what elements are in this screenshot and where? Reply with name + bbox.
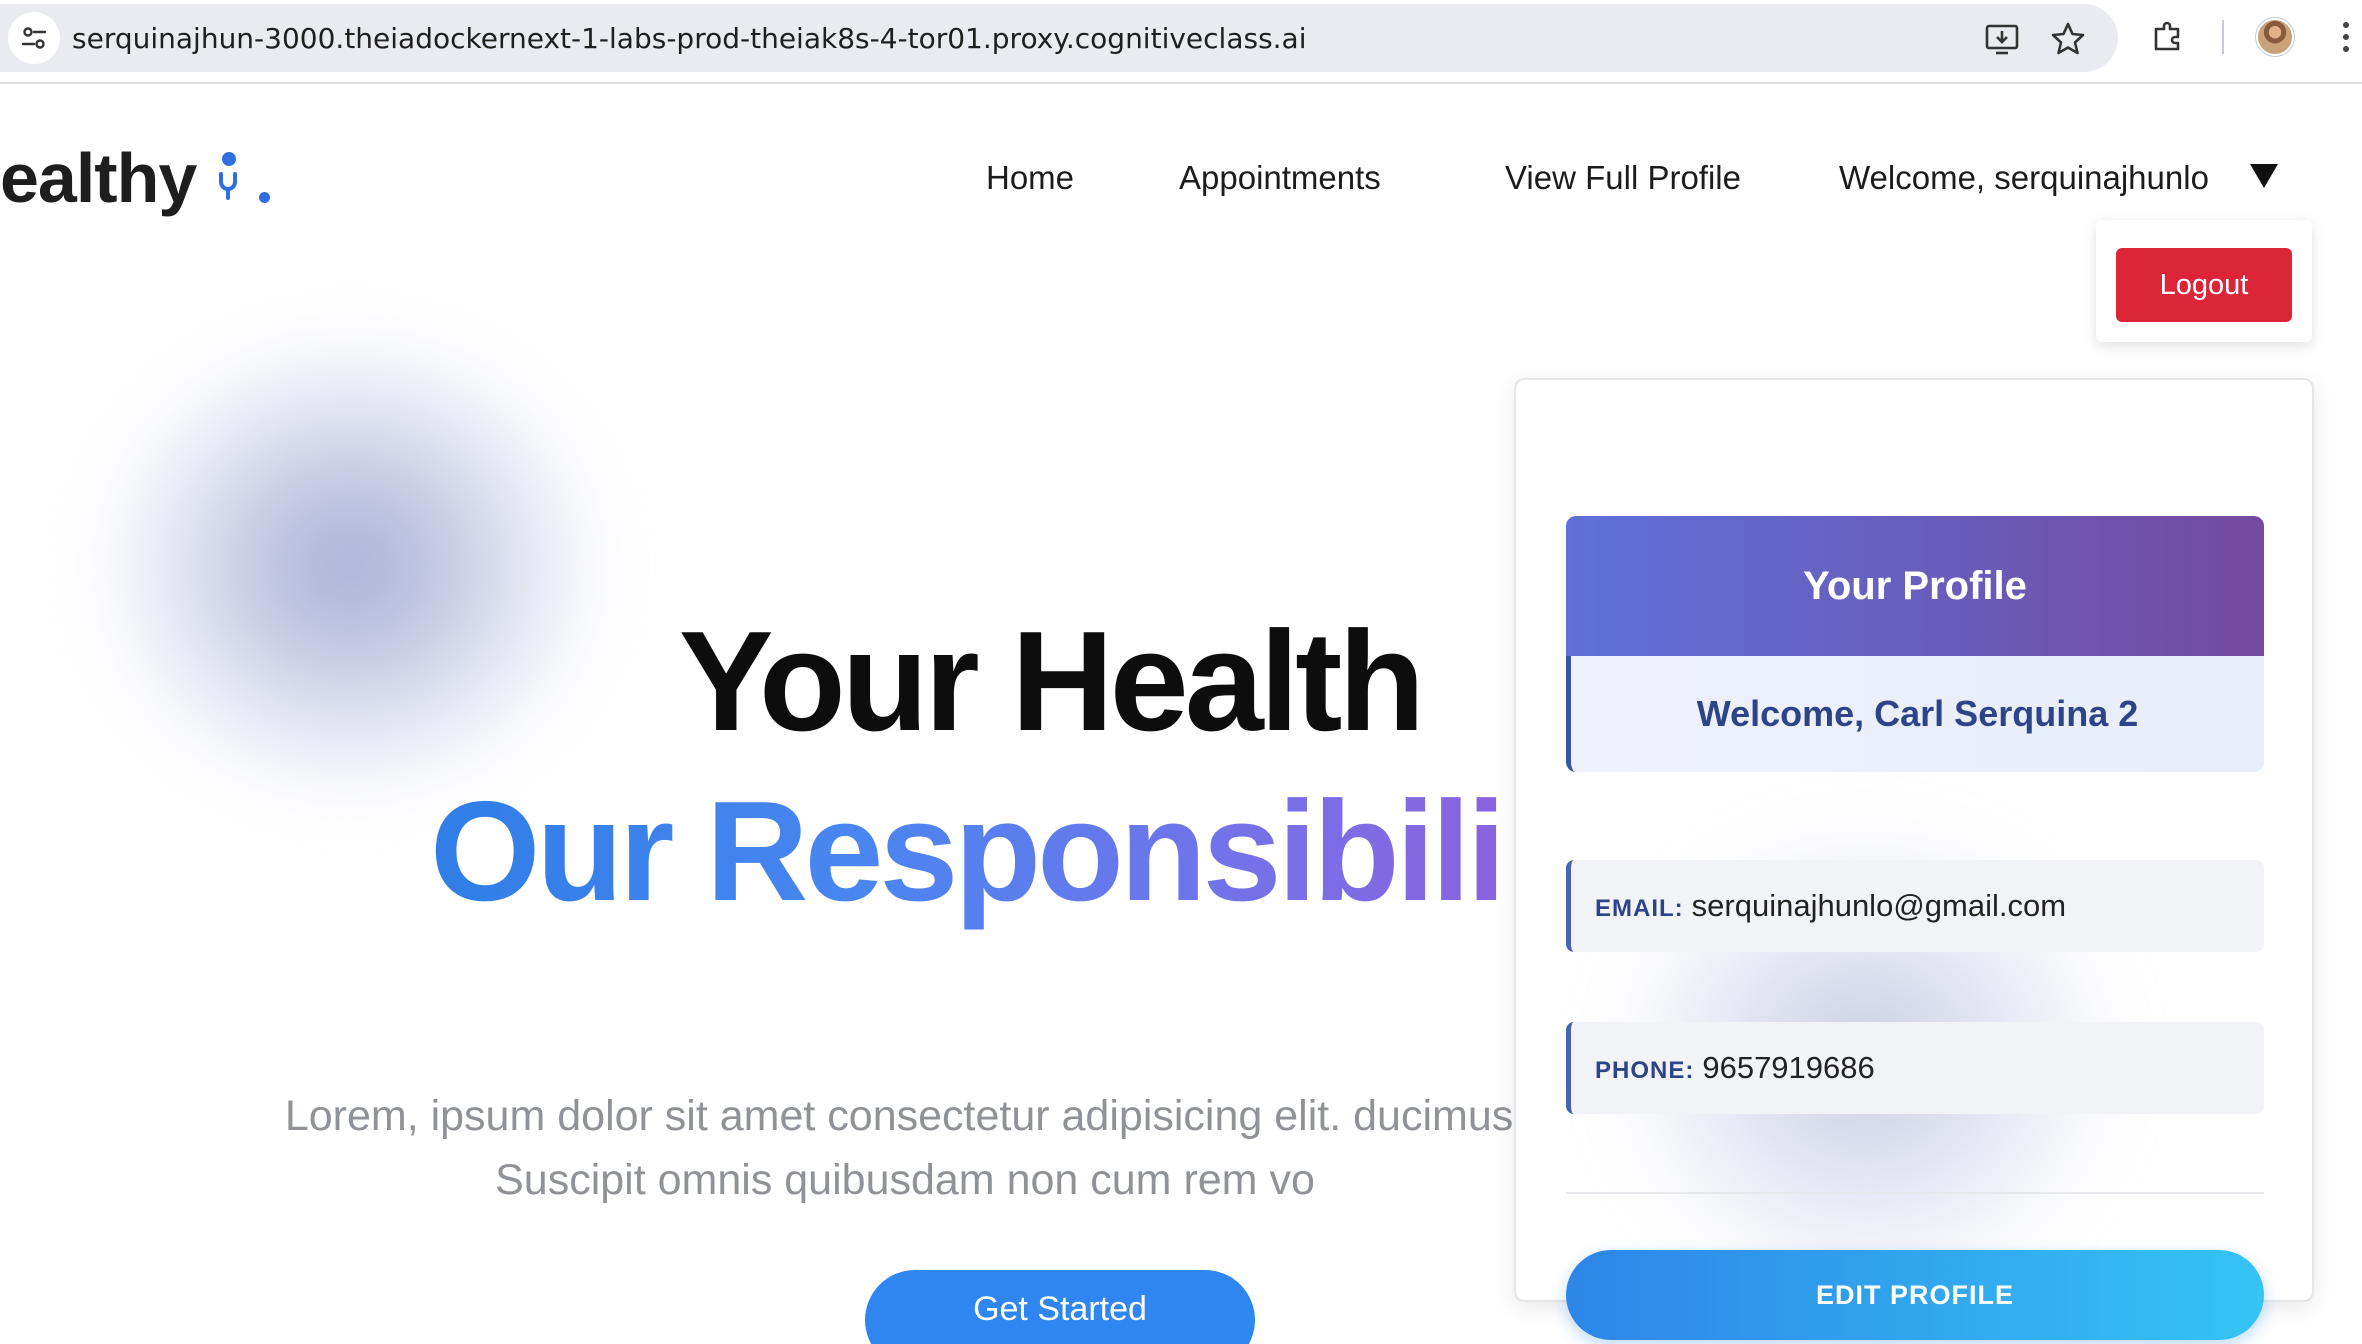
address-bar[interactable]: serquinajhun-3000.theiadockernext-1-labs…	[0, 4, 2118, 72]
email-value: serquinajhunlo@gmail.com	[1691, 888, 2067, 923]
phone-label: PHONE:	[1595, 1057, 1695, 1084]
install-app-icon[interactable]	[1984, 21, 2020, 57]
profile-title: Your Profile	[1566, 516, 2264, 656]
hero-title-line1: Your Health	[678, 602, 1425, 761]
hero-title-line2: Our Responsibili	[430, 772, 1510, 932]
browser-toolbar: serquinajhun-3000.theiadockernext-1-labs…	[0, 0, 2362, 84]
nav-view-full-profile[interactable]: View Full Profile	[1505, 156, 1741, 200]
extensions-icon[interactable]	[2150, 17, 2186, 53]
profile-divider	[1566, 1192, 2264, 1194]
bookmark-star-icon[interactable]	[2050, 21, 2086, 57]
phone-value: 9657919686	[1702, 1050, 1875, 1085]
profile-email-field: EMAIL: serquinajhunlo@gmail.com	[1566, 860, 2264, 952]
more-menu-icon[interactable]	[2338, 18, 2354, 56]
get-started-button[interactable]: Get Started	[865, 1270, 1255, 1344]
toolbar-separator	[2222, 20, 2224, 54]
stethoscope-icon	[219, 152, 237, 200]
nav-appointments[interactable]: Appointments	[1179, 156, 1381, 200]
nav-welcome-user[interactable]: Welcome, serquinajhunlo	[1839, 156, 2209, 200]
user-dropdown-menu: Logout	[2096, 220, 2312, 342]
background-blob	[90, 326, 610, 806]
logo-dot	[259, 192, 270, 203]
email-label: EMAIL:	[1595, 895, 1684, 922]
site-info-icon[interactable]	[8, 12, 60, 64]
page-viewport: ealthy Home Appointments View Full Profi…	[0, 86, 2362, 1344]
profile-phone-field: PHONE: 9657919686	[1566, 1022, 2264, 1114]
profile-welcome: Welcome, Carl Serquina 2	[1566, 656, 2264, 772]
nav-home[interactable]: Home	[986, 156, 1074, 200]
caret-down-icon[interactable]	[2250, 164, 2278, 188]
profile-card: Your Profile Welcome, Carl Serquina 2 EM…	[1514, 378, 2314, 1340]
brand-logo-text[interactable]: ealthy	[0, 138, 197, 218]
profile-avatar[interactable]	[2256, 18, 2294, 56]
hero-description: Lorem, ipsum dolor sit amet consectetur …	[284, 1092, 1515, 1204]
hero-description-clip: Lorem, ipsum dolor sit amet consectetur …	[0, 1084, 1515, 1224]
edit-profile-button[interactable]: EDIT PROFILE	[1566, 1250, 2264, 1340]
url-text[interactable]: serquinajhun-3000.theiadockernext-1-labs…	[72, 19, 1307, 59]
logout-button[interactable]: Logout	[2116, 248, 2292, 322]
